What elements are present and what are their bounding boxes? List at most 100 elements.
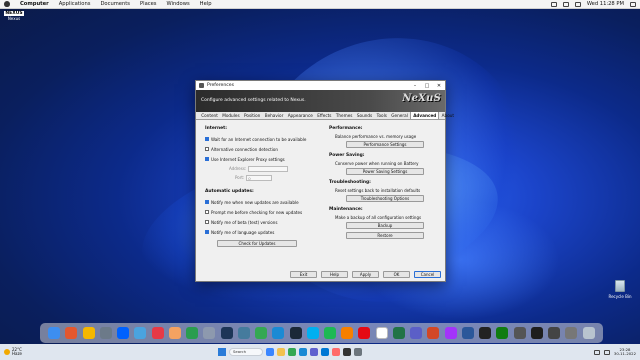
- troubleshooting-options-button[interactable]: Troubleshooting Options: [346, 195, 424, 202]
- alt-detection-option[interactable]: Alternative connection detection: [205, 144, 317, 154]
- xbox-icon[interactable]: [496, 327, 509, 339]
- calendar-icon[interactable]: [375, 327, 388, 339]
- battery-icon[interactable]: [550, 1, 557, 7]
- taskbar-search[interactable]: Search: [229, 348, 263, 356]
- menu-clock[interactable]: Wed 11:28 PM: [587, 1, 624, 7]
- tab-sounds[interactable]: Sounds: [355, 112, 375, 119]
- tab-about[interactable]: About: [439, 112, 456, 119]
- backup-button[interactable]: Backup: [346, 222, 424, 229]
- wifi-icon[interactable]: [562, 1, 569, 7]
- photos2-icon[interactable]: [203, 327, 216, 339]
- maximize-icon[interactable]: □: [421, 83, 433, 89]
- menu-documents[interactable]: Documents: [100, 1, 130, 7]
- excel-icon[interactable]: [392, 327, 405, 339]
- spotify-icon[interactable]: [323, 327, 336, 339]
- wait-internet-option[interactable]: Wait for an Internet connection to be av…: [205, 134, 317, 144]
- cloud-icon[interactable]: [134, 327, 147, 339]
- prompt-check-option[interactable]: Prompt me before checking for new update…: [205, 207, 317, 217]
- power-saving-settings-button[interactable]: Power Saving Settings: [346, 168, 424, 175]
- settings-icon[interactable]: [513, 327, 526, 339]
- control-center-icon[interactable]: [630, 1, 636, 7]
- chrome-icon[interactable]: [255, 327, 268, 339]
- alt-detection-checkbox[interactable]: [205, 147, 209, 151]
- mail-taskbar-icon[interactable]: [321, 348, 329, 356]
- widgets-icon[interactable]: [266, 348, 274, 356]
- vivaldi-icon[interactable]: [151, 327, 164, 339]
- notes-icon[interactable]: [168, 327, 181, 339]
- skype-icon[interactable]: [306, 327, 319, 339]
- messenger-icon[interactable]: [444, 327, 457, 339]
- recycle-bin[interactable]: Recycle Bin: [608, 280, 632, 299]
- windows-start-icon[interactable]: [218, 348, 226, 356]
- taskbar-clock[interactable]: 23:28 30-11-2022: [614, 347, 636, 357]
- terminal-icon[interactable]: [530, 327, 543, 339]
- vlc-icon[interactable]: [341, 327, 354, 339]
- files-icon[interactable]: [99, 327, 112, 339]
- notify-updates-checkbox[interactable]: [205, 200, 209, 204]
- close-icon[interactable]: ✕: [433, 83, 445, 89]
- exit-button[interactable]: Exit: [290, 271, 317, 278]
- tab-content[interactable]: Content: [199, 112, 220, 119]
- launchpad-icon[interactable]: [65, 327, 78, 339]
- tab-advanced[interactable]: Advanced: [410, 111, 440, 119]
- trash-icon[interactable]: [582, 327, 595, 339]
- check-for-updates-button[interactable]: Check for Updates: [217, 240, 297, 247]
- dropbox-icon[interactable]: [117, 327, 130, 339]
- weather-widget[interactable]: 22°C Haze: [0, 347, 80, 357]
- port-field[interactable]: 0: [246, 174, 273, 181]
- wait-internet-checkbox[interactable]: [205, 137, 209, 141]
- finder-icon[interactable]: [48, 327, 61, 339]
- minimize-icon[interactable]: –: [409, 83, 421, 89]
- tab-appearance[interactable]: Appearance: [286, 112, 316, 119]
- calculator-icon[interactable]: [548, 327, 561, 339]
- apple-icon[interactable]: [4, 1, 10, 7]
- language-updates-option[interactable]: Notify me of language updates: [205, 227, 317, 237]
- menu-places[interactable]: Places: [140, 1, 157, 7]
- search-menu-icon[interactable]: [574, 1, 581, 7]
- menu-app-name[interactable]: Computer: [20, 1, 49, 7]
- notify-updates-option[interactable]: Notify me when new updates are available: [205, 197, 317, 207]
- menu-applications[interactable]: Applications: [59, 1, 91, 7]
- nexus-desktop-shortcut[interactable]: NEXUS Nexus: [4, 11, 24, 21]
- app-icon[interactable]: [565, 327, 578, 339]
- word-icon[interactable]: [461, 327, 474, 339]
- dialog-titlebar[interactable]: Preferences – □ ✕: [196, 81, 445, 90]
- nexus-taskbar-icon[interactable]: [343, 348, 351, 356]
- tab-themes[interactable]: Themes: [334, 112, 355, 119]
- performance-settings-button[interactable]: Performance Settings: [346, 141, 424, 148]
- teams-icon[interactable]: [410, 327, 423, 339]
- language-updates-checkbox[interactable]: [205, 230, 209, 234]
- chrome-taskbar-icon[interactable]: [288, 348, 296, 356]
- ok-button[interactable]: OK: [383, 271, 410, 278]
- powerpoint-icon[interactable]: [427, 327, 440, 339]
- beta-versions-checkbox[interactable]: [205, 220, 209, 224]
- menu-help[interactable]: Help: [200, 1, 212, 7]
- edge-taskbar-icon[interactable]: [299, 348, 307, 356]
- proxy-option[interactable]: Use Internet Explorer Proxy settings: [205, 154, 317, 164]
- proxy-checkbox[interactable]: [205, 157, 209, 161]
- edge-icon[interactable]: [272, 327, 285, 339]
- volume-tray-icon[interactable]: [603, 349, 610, 355]
- netflix-icon[interactable]: [358, 327, 371, 339]
- photos-taskbar-icon[interactable]: [332, 348, 340, 356]
- menu-windows[interactable]: Windows: [167, 1, 190, 7]
- evernote-icon[interactable]: [186, 327, 199, 339]
- steam-icon[interactable]: [289, 327, 302, 339]
- photos-icon[interactable]: [82, 327, 95, 339]
- prompt-check-checkbox[interactable]: [205, 210, 209, 214]
- tab-behavior[interactable]: Behavior: [263, 112, 286, 119]
- explorer-icon[interactable]: [277, 348, 285, 356]
- tab-tools[interactable]: Tools: [374, 112, 389, 119]
- settings-taskbar-icon[interactable]: [354, 348, 362, 356]
- store-icon[interactable]: [310, 348, 318, 356]
- apply-button[interactable]: Apply: [352, 271, 379, 278]
- cancel-button[interactable]: Cancel: [414, 271, 441, 278]
- help-button[interactable]: Help: [321, 271, 348, 278]
- tab-position[interactable]: Position: [242, 112, 263, 119]
- mail-icon[interactable]: [237, 327, 250, 339]
- arrow-icon[interactable]: [479, 327, 492, 339]
- tab-effects[interactable]: Effects: [315, 112, 334, 119]
- tab-general[interactable]: General: [389, 112, 410, 119]
- tab-modules[interactable]: Modules: [220, 112, 242, 119]
- wifi-tray-icon[interactable]: [593, 349, 600, 355]
